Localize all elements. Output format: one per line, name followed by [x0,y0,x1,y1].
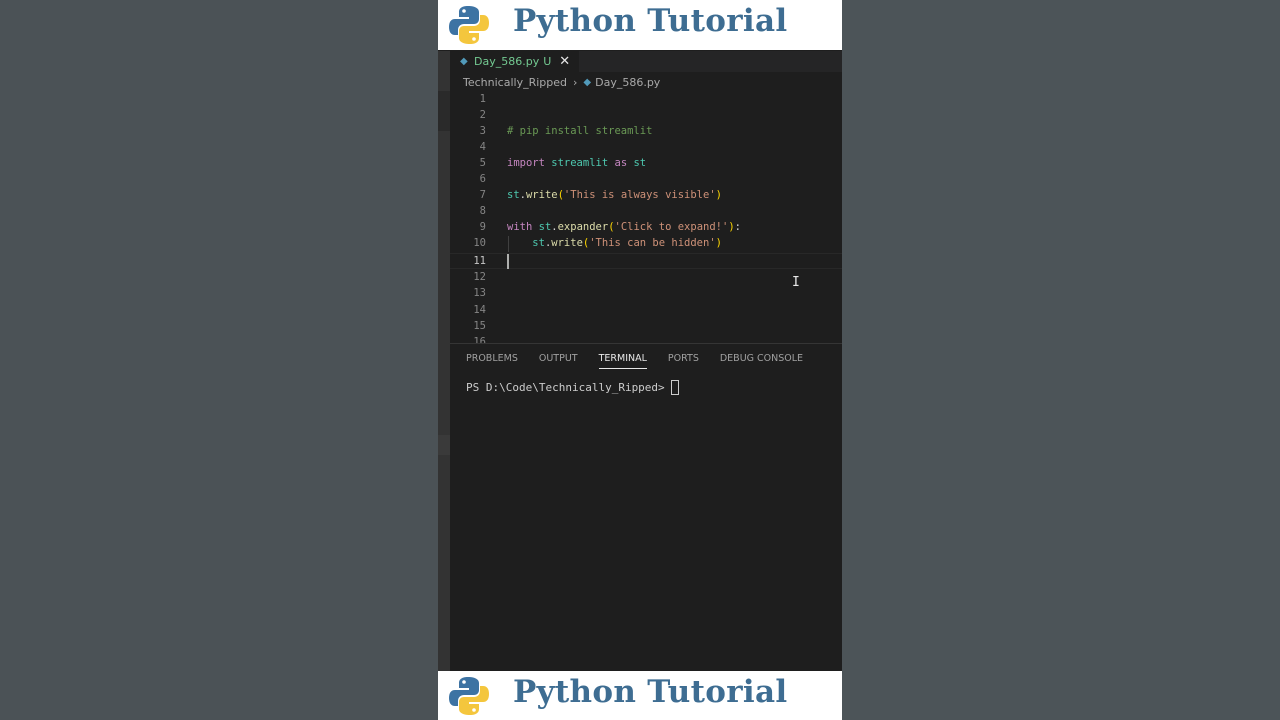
code-keyword: import [507,157,545,169]
terminal-cursor-icon [670,380,679,395]
code-string: 'Click to expand!' [614,221,729,233]
tab-day-586[interactable]: ◆ Day_586.py U ✕ [450,51,579,72]
text-cursor-icon [507,254,509,269]
code-keyword: as [614,157,628,169]
code-string: 'This is always visible' [563,189,716,201]
banner-title: Python Tutorial [513,674,788,710]
line-number: 1 [479,93,486,105]
activity-item[interactable] [438,91,450,131]
code-module: streamlit [551,157,609,169]
code-function: expander [557,221,609,233]
line-number: 8 [479,205,486,217]
code-colon: : [734,221,741,233]
tab-debug-console[interactable]: DEBUG CONSOLE [720,350,803,368]
code-line: 14 [450,302,842,318]
line-number: 7 [479,189,486,201]
line-number: 2 [479,109,486,121]
line-number: 9 [479,221,486,233]
code-line: 6 [450,171,842,187]
line-number: 4 [479,141,486,153]
tab-terminal[interactable]: TERMINAL [598,350,647,369]
code-line: 9 with st.expander('Click to expand!'): [450,219,842,235]
code-paren: ) [715,189,722,201]
code-line: 3 # pip install streamlit [450,123,842,139]
code-variable: st [532,237,545,249]
line-number: 6 [479,173,486,185]
close-icon[interactable]: ✕ [559,54,570,69]
tab-problems[interactable]: PROBLEMS [466,350,518,368]
code-line: 15 [450,318,842,334]
indent-guide [508,236,509,252]
line-number: 11 [473,255,486,267]
code-function: write [551,237,583,249]
code-editor[interactable]: 1 2 3 # pip install streamlit 4 5 import s… [450,91,842,343]
breadcrumb-file[interactable]: Day_586.py [595,76,660,89]
line-number: 15 [473,320,486,332]
code-line: 8 [450,203,842,219]
python-logo-icon [449,6,489,44]
terminal-prompt: PS D:\Code\Technically_Ripped> [466,381,665,394]
line-number: 14 [473,304,486,316]
video-frame: Python Tutorial ◆ Day_586.py U ✕ Technic… [438,0,842,720]
tab-ports[interactable]: PORTS [668,350,699,368]
line-number: 3 [479,125,486,137]
panel-tab-bar: PROBLEMS OUTPUT TERMINAL PORTS DEBUG CON… [466,350,824,369]
code-line: 5 import streamlit as st [450,155,842,171]
bottom-banner: Python Tutorial [438,671,842,720]
chevron-right-icon: › [573,75,578,89]
code-variable: st [507,189,520,201]
code-line: 16 [450,334,842,343]
tab-untracked-badge: U [543,55,552,68]
python-file-icon: ◆ [583,76,592,88]
activity-bar [438,51,450,671]
python-logo-icon [449,677,489,715]
left-blur-background [0,0,438,720]
tab-output[interactable]: OUTPUT [539,350,578,368]
line-number: 13 [473,287,486,299]
line-number: 16 [473,336,486,343]
top-banner: Python Tutorial [438,0,842,50]
python-file-icon: ◆ [460,56,468,67]
code-line: 4 [450,139,842,155]
editor-tab-bar: ◆ Day_586.py U ✕ [450,51,842,72]
code-line: 7 st.write('This is always visible') [450,187,842,203]
code-module: st [633,157,647,169]
breadcrumb: Technically_Ripped › ◆ Day_586.py [450,72,842,92]
code-line: 1 [450,91,842,107]
code-line: 12 [450,269,842,285]
activity-scroll-marker [438,435,450,455]
line-number: 12 [473,271,486,283]
terminal[interactable]: PS D:\Code\Technically_Ripped> [466,380,679,395]
breadcrumb-folder[interactable]: Technically_Ripped [463,76,567,89]
line-number: 5 [479,157,486,169]
ibeam-cursor-icon: I [792,275,800,290]
right-blur-background [842,0,1280,720]
banner-title: Python Tutorial [513,3,788,39]
code-line: 2 [450,107,842,123]
code-variable: st [538,221,552,233]
code-paren: ) [715,237,722,249]
code-comment: # pip install streamlit [507,125,653,137]
code-line: 13 [450,285,842,301]
code-keyword: with [507,221,533,233]
line-number: 10 [473,237,486,249]
code-string: 'This can be hidden' [589,237,716,249]
code-function: write [525,189,558,201]
bottom-panel: PROBLEMS OUTPUT TERMINAL PORTS DEBUG CON… [450,343,842,672]
tab-filename: Day_586.py [474,55,540,68]
